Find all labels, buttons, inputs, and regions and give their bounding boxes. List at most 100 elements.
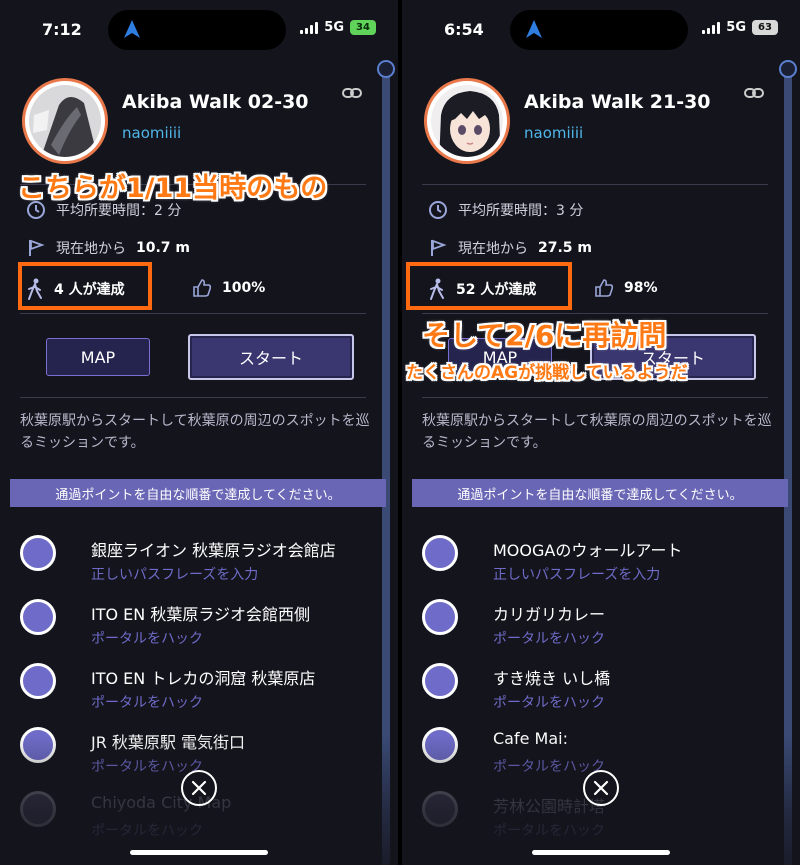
home-indicator (130, 850, 268, 855)
waypoint-status-circle (422, 791, 458, 827)
waypoint-item[interactable]: 銀座ライオン 秋葉原ラジオ会館店 正しいパスフレーズを入力 (0, 530, 398, 594)
waypoint-task: ポータルをハック (493, 759, 605, 775)
waypoint-task: ポータルをハック (493, 631, 605, 647)
avg-time-row: 平均所要時間：3 分 (428, 200, 583, 220)
flag-icon (431, 239, 447, 256)
waypoint-task: 正しいパスフレーズを入力 (493, 567, 661, 583)
waypoint-name: Cafe Mai: (493, 729, 568, 748)
thumbs-up-icon (193, 279, 212, 297)
divider (422, 184, 768, 185)
avatar-illustration (431, 85, 503, 157)
highlight-box (406, 262, 572, 310)
mission-title: Akiba Walk 21-30 (524, 91, 711, 113)
waypoint-status-circle (20, 599, 56, 635)
order-instruction-banner: 通過ポイントを自由な順番で達成してください。 (10, 479, 386, 507)
mission-author-link[interactable]: naomiiii (122, 124, 181, 142)
signal-icon (702, 21, 721, 34)
scroll-handle[interactable] (779, 60, 797, 78)
flag-icon (29, 239, 45, 256)
location-arrow-icon (124, 20, 140, 38)
distance-row: 現在地から 10.7 m (26, 238, 190, 258)
waypoint-name: カリガリカレー (493, 605, 606, 624)
signal-icon (300, 21, 319, 34)
close-icon (191, 780, 207, 796)
location-arrow-icon (526, 20, 542, 38)
mission-avatar (22, 78, 108, 164)
mission-title: Akiba Walk 02-30 (122, 91, 309, 113)
status-bar: 6:54 5G 63 (402, 0, 800, 60)
map-button[interactable]: MAP (46, 338, 150, 376)
link-icon[interactable] (744, 86, 764, 100)
waypoint-item[interactable]: カリガリカレー ポータルをハック (402, 594, 800, 658)
distance-label: 現在地から (56, 241, 126, 257)
battery-icon: 63 (752, 20, 778, 35)
network-status: 5G 63 (702, 20, 778, 35)
left-screenshot: 7:12 5G 34 Akiba Walk 02-30 naomiiii 平均所… (0, 0, 398, 865)
waypoint-status-circle (20, 663, 56, 699)
dynamic-island (108, 10, 286, 50)
order-instruction-banner: 通過ポイントを自由な順番で達成してください。 (412, 479, 788, 507)
waypoint-status-circle (422, 663, 458, 699)
waypoint-status-circle (422, 727, 458, 763)
waypoint-item[interactable]: MOOGAのウォールアート 正しいパスフレーズを入力 (402, 530, 800, 594)
waypoint-name: JR 秋葉原駅 電気街口 (91, 733, 246, 752)
annotation-caption: こちらが1/11当時のもの (18, 173, 328, 204)
rating-row: 98% (594, 278, 658, 298)
waypoint-task: ポータルをハック (493, 695, 605, 711)
waypoint-item[interactable]: すき焼き いし橋 ポータルをハック (402, 658, 800, 722)
thumbs-up-icon (595, 279, 614, 297)
scroll-handle[interactable] (377, 60, 395, 78)
network-type: 5G (324, 20, 344, 35)
divider (422, 397, 768, 398)
avg-time: 平均所要時間：3 分 (458, 203, 584, 219)
waypoint-task: ポータルをハック (91, 759, 203, 775)
waypoint-status-circle (20, 727, 56, 763)
waypoint-name: ITO EN 秋葉原ラジオ会館西側 (91, 605, 311, 624)
distance-value: 10.7 m (136, 240, 191, 256)
close-icon (593, 780, 609, 796)
waypoint-status-circle (422, 599, 458, 635)
waypoint-item[interactable]: ITO EN 秋葉原ラジオ会館西側 ポータルをハック (0, 594, 398, 658)
waypoint-name: 銀座ライオン 秋葉原ラジオ会館店 (91, 541, 336, 560)
waypoint-name: ITO EN トレカの洞窟 秋葉原店 (91, 669, 316, 688)
rating-row: 100% (192, 278, 265, 298)
waypoint-item[interactable]: ITO EN トレカの洞窟 秋葉原店 ポータルをハック (0, 658, 398, 722)
distance-value: 27.5 m (538, 240, 593, 256)
waypoint-status-circle (20, 791, 56, 827)
rating-value: 98% (624, 280, 658, 296)
waypoint-task: ポータルをハック (91, 695, 203, 711)
network-status: 5G 34 (300, 20, 376, 35)
distance-row: 現在地から 27.5 m (428, 238, 592, 258)
close-button[interactable] (583, 770, 619, 806)
dynamic-island (510, 10, 688, 50)
highlight-box (18, 262, 152, 310)
waypoint-task: 正しいパスフレーズを入力 (91, 567, 259, 583)
close-button[interactable] (181, 770, 217, 806)
avatar-photo (29, 85, 101, 157)
waypoint-name: すき焼き いし橋 (493, 669, 611, 688)
waypoint-task: ポータルをハック (91, 823, 203, 839)
waypoint-task: ポータルをハック (91, 631, 203, 647)
waypoint-status-circle (422, 535, 458, 571)
mission-avatar (424, 78, 510, 164)
start-button[interactable]: スタート (188, 334, 354, 380)
network-type: 5G (726, 20, 746, 35)
annotation-caption-1: そして2/6に再訪問 (422, 319, 667, 352)
distance-label: 現在地から (458, 241, 528, 257)
right-screenshot: 6:54 5G 63 Akiba Walk 21-30 naomiiii 平均所… (402, 0, 800, 865)
mission-description: 秋葉原駅からスタートして秋葉原の周辺のスポットを巡るミッションです。 (422, 413, 772, 451)
battery-icon: 34 (350, 20, 376, 35)
rating-value: 100% (222, 280, 266, 296)
annotation-caption-2: たくさんのAGが挑戦しているようだ (406, 363, 688, 383)
waypoint-status-circle (20, 535, 56, 571)
home-indicator (532, 850, 670, 855)
divider (20, 397, 366, 398)
divider (20, 313, 366, 314)
clock-icon (429, 201, 447, 219)
waypoint-name: MOOGAのウォールアート (493, 541, 683, 560)
mission-description: 秋葉原駅からスタートして秋葉原の周辺のスポットを巡るミッションです。 (20, 413, 370, 451)
waypoint-task: ポータルをハック (493, 823, 605, 839)
link-icon[interactable] (342, 86, 362, 100)
mission-author-link[interactable]: naomiiii (524, 124, 583, 142)
status-time: 6:54 (444, 20, 484, 39)
